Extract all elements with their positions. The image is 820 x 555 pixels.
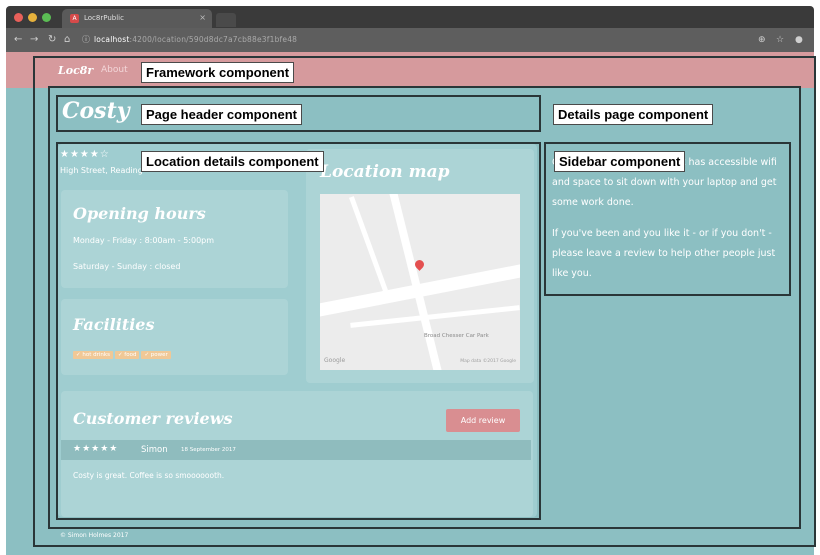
minimize-window-button[interactable] [28, 13, 37, 22]
location-details-component-box [56, 142, 541, 520]
details-page-component-label: Details page component [553, 104, 714, 125]
browser-tab-bar: A Loc8rPublic × [6, 6, 814, 28]
close-window-button[interactable] [14, 13, 23, 22]
info-icon[interactable]: ⓘ [82, 34, 90, 46]
reload-icon[interactable]: ↻ [48, 34, 56, 46]
location-details-component-label: Location details component [141, 151, 324, 172]
forward-arrow-icon[interactable]: → [30, 34, 38, 46]
framework-component-label: Framework component [141, 62, 295, 83]
tab-favicon-icon: A [70, 14, 79, 23]
back-arrow-icon[interactable]: ← [14, 34, 22, 46]
url-path: :4200/location/590d8dc7a7cb88e3f1bfe48 [129, 35, 298, 44]
new-tab-button[interactable] [216, 13, 236, 27]
extension-icon[interactable]: ⊕ [758, 35, 766, 45]
sidebar-component-label: Sidebar component [554, 151, 686, 172]
home-icon[interactable]: ⌂ [64, 34, 70, 46]
url-field[interactable]: localhost:4200/location/590d8dc7a7cb88e3… [94, 35, 297, 44]
url-host: localhost [94, 35, 130, 44]
maximize-window-button[interactable] [42, 13, 51, 22]
star-icon[interactable]: ☆ [776, 35, 784, 45]
browser-address-bar: ← → ↻ ⌂ ⓘ localhost:4200/location/590d8d… [6, 28, 814, 52]
page-header-component-label: Page header component [141, 104, 302, 125]
tab-close-icon[interactable]: × [199, 13, 206, 22]
tab-title: Loc8rPublic [84, 14, 124, 22]
account-icon[interactable]: ● [795, 35, 803, 45]
browser-tab[interactable]: A Loc8rPublic × [62, 9, 212, 28]
